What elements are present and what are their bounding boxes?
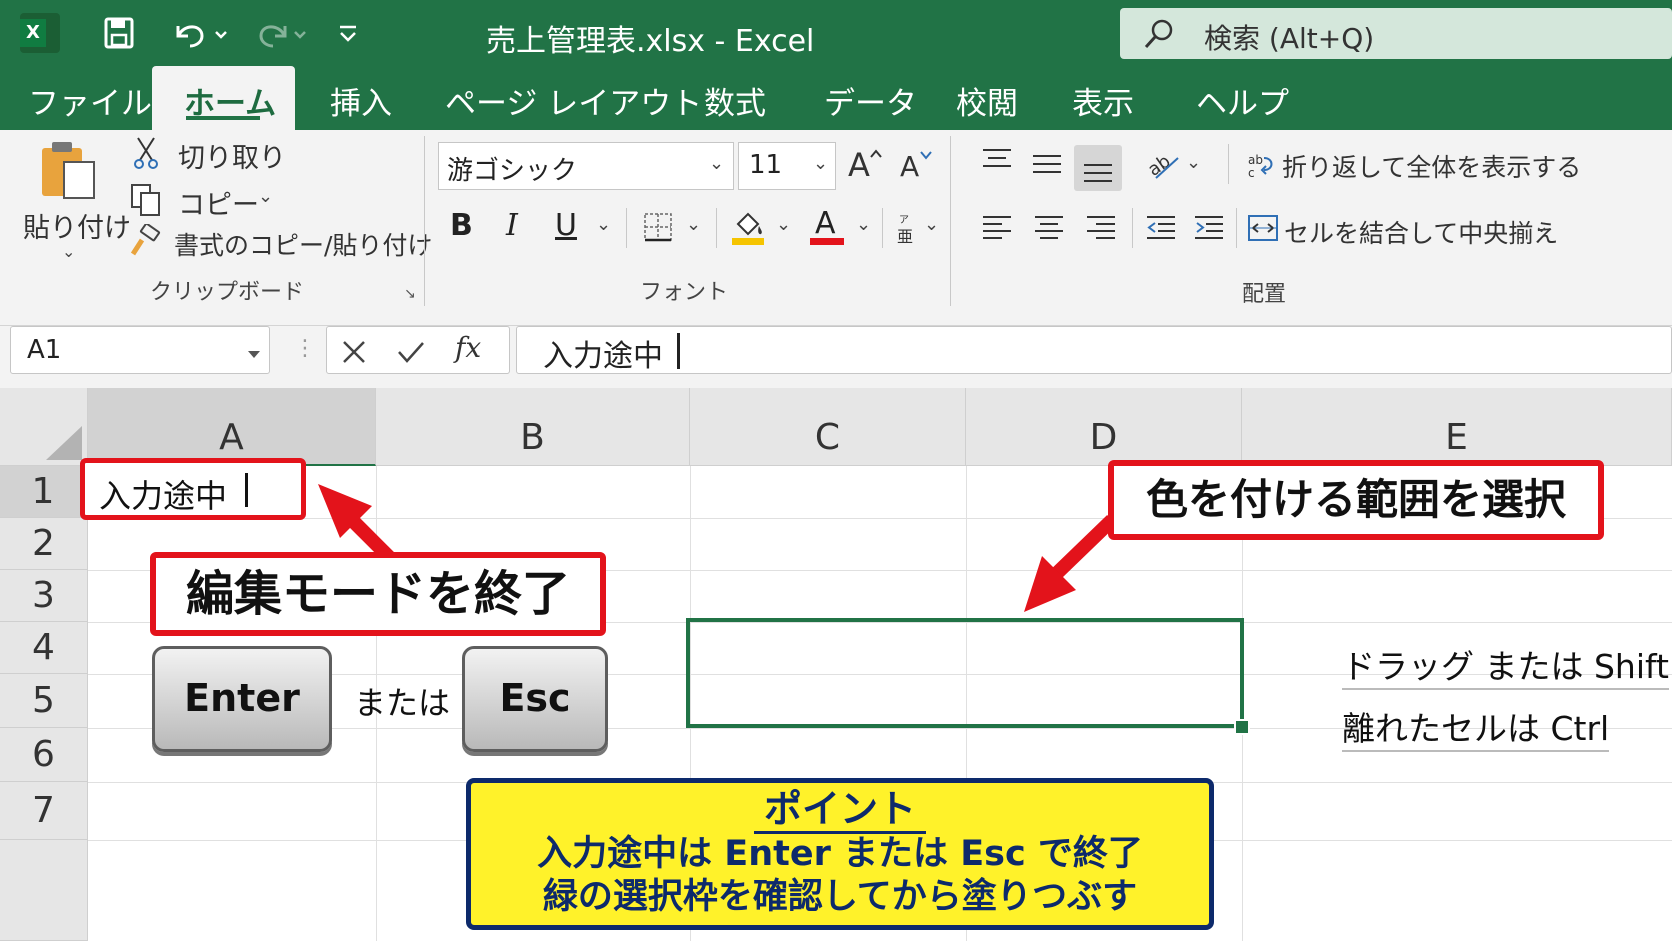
drag-tip: ドラッグ または Shift bbox=[1342, 640, 1669, 690]
esc-key: Esc bbox=[462, 646, 608, 752]
or-label: または bbox=[354, 684, 451, 722]
enter-key: Enter bbox=[152, 646, 332, 752]
point-line-2: 緑の選択枠を確認してから塗りつぶす bbox=[542, 877, 1138, 917]
point-box: ポイント 入力途中は Enter または Esc で終了 緑の選択枠を確認してか… bbox=[466, 778, 1214, 930]
ctrl-tip: 離れたセルは Ctrl bbox=[1342, 702, 1610, 752]
arrow-to-selection bbox=[1024, 514, 1117, 612]
exit-edit-callout: 編集モードを終了 bbox=[150, 552, 606, 636]
select-range-callout: 色を付ける範囲を選択 bbox=[1108, 460, 1604, 540]
point-line-1: 入力途中は Enter または Esc で終了 bbox=[537, 834, 1143, 874]
point-title: ポイント bbox=[753, 787, 926, 834]
